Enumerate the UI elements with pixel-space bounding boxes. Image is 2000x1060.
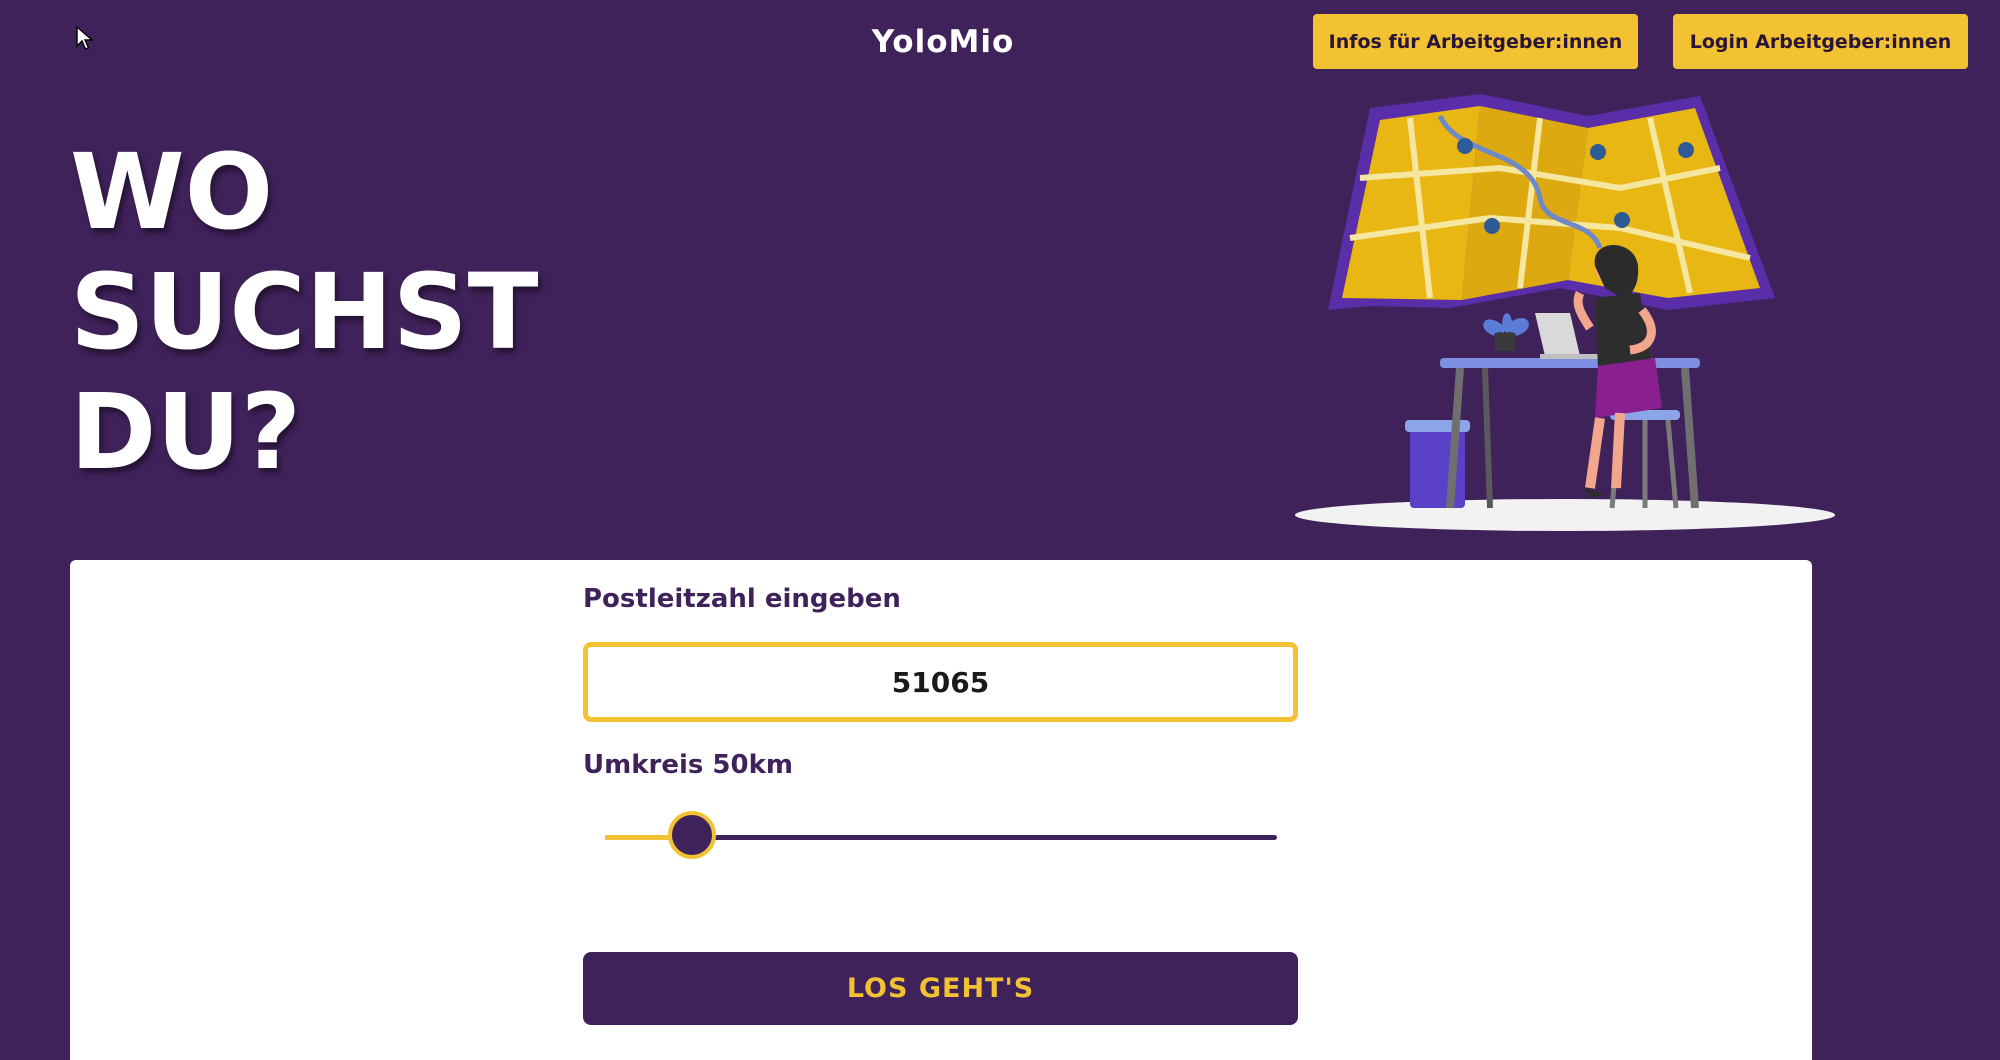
hero-headline: WO SUCHST DU? (70, 132, 539, 492)
login-employers-button[interactable]: Login Arbeitgeber:innen (1673, 14, 1968, 69)
headline-line-3: DU? (70, 371, 302, 493)
laptop (1535, 313, 1580, 356)
infos-employers-button[interactable]: Infos für Arbeitgeber:innen (1313, 14, 1638, 69)
woman-laptop-map-illustration (1295, 94, 1835, 531)
headline-line-1: WO (70, 131, 274, 253)
radius-label: Umkreis 50km (583, 750, 793, 780)
search-card: Postleitzahl eingeben Umkreis 50km LOS G… (70, 560, 1812, 1060)
floor-shadow (1295, 499, 1835, 531)
headline-line-2: SUCHST (70, 251, 539, 373)
page: YoloMio Infos für Arbeitgeber:innen Logi… (0, 0, 2000, 1060)
postcode-input[interactable] (583, 642, 1298, 722)
mouse-cursor-icon (76, 26, 94, 50)
yolomio-logo[interactable]: YoloMio (858, 22, 1028, 62)
postcode-label: Postleitzahl eingeben (583, 584, 901, 614)
desk-top (1440, 358, 1700, 368)
submit-search-button[interactable]: LOS GEHT'S (583, 952, 1298, 1025)
slider-thumb[interactable] (668, 811, 716, 859)
radius-slider[interactable] (605, 808, 1277, 868)
